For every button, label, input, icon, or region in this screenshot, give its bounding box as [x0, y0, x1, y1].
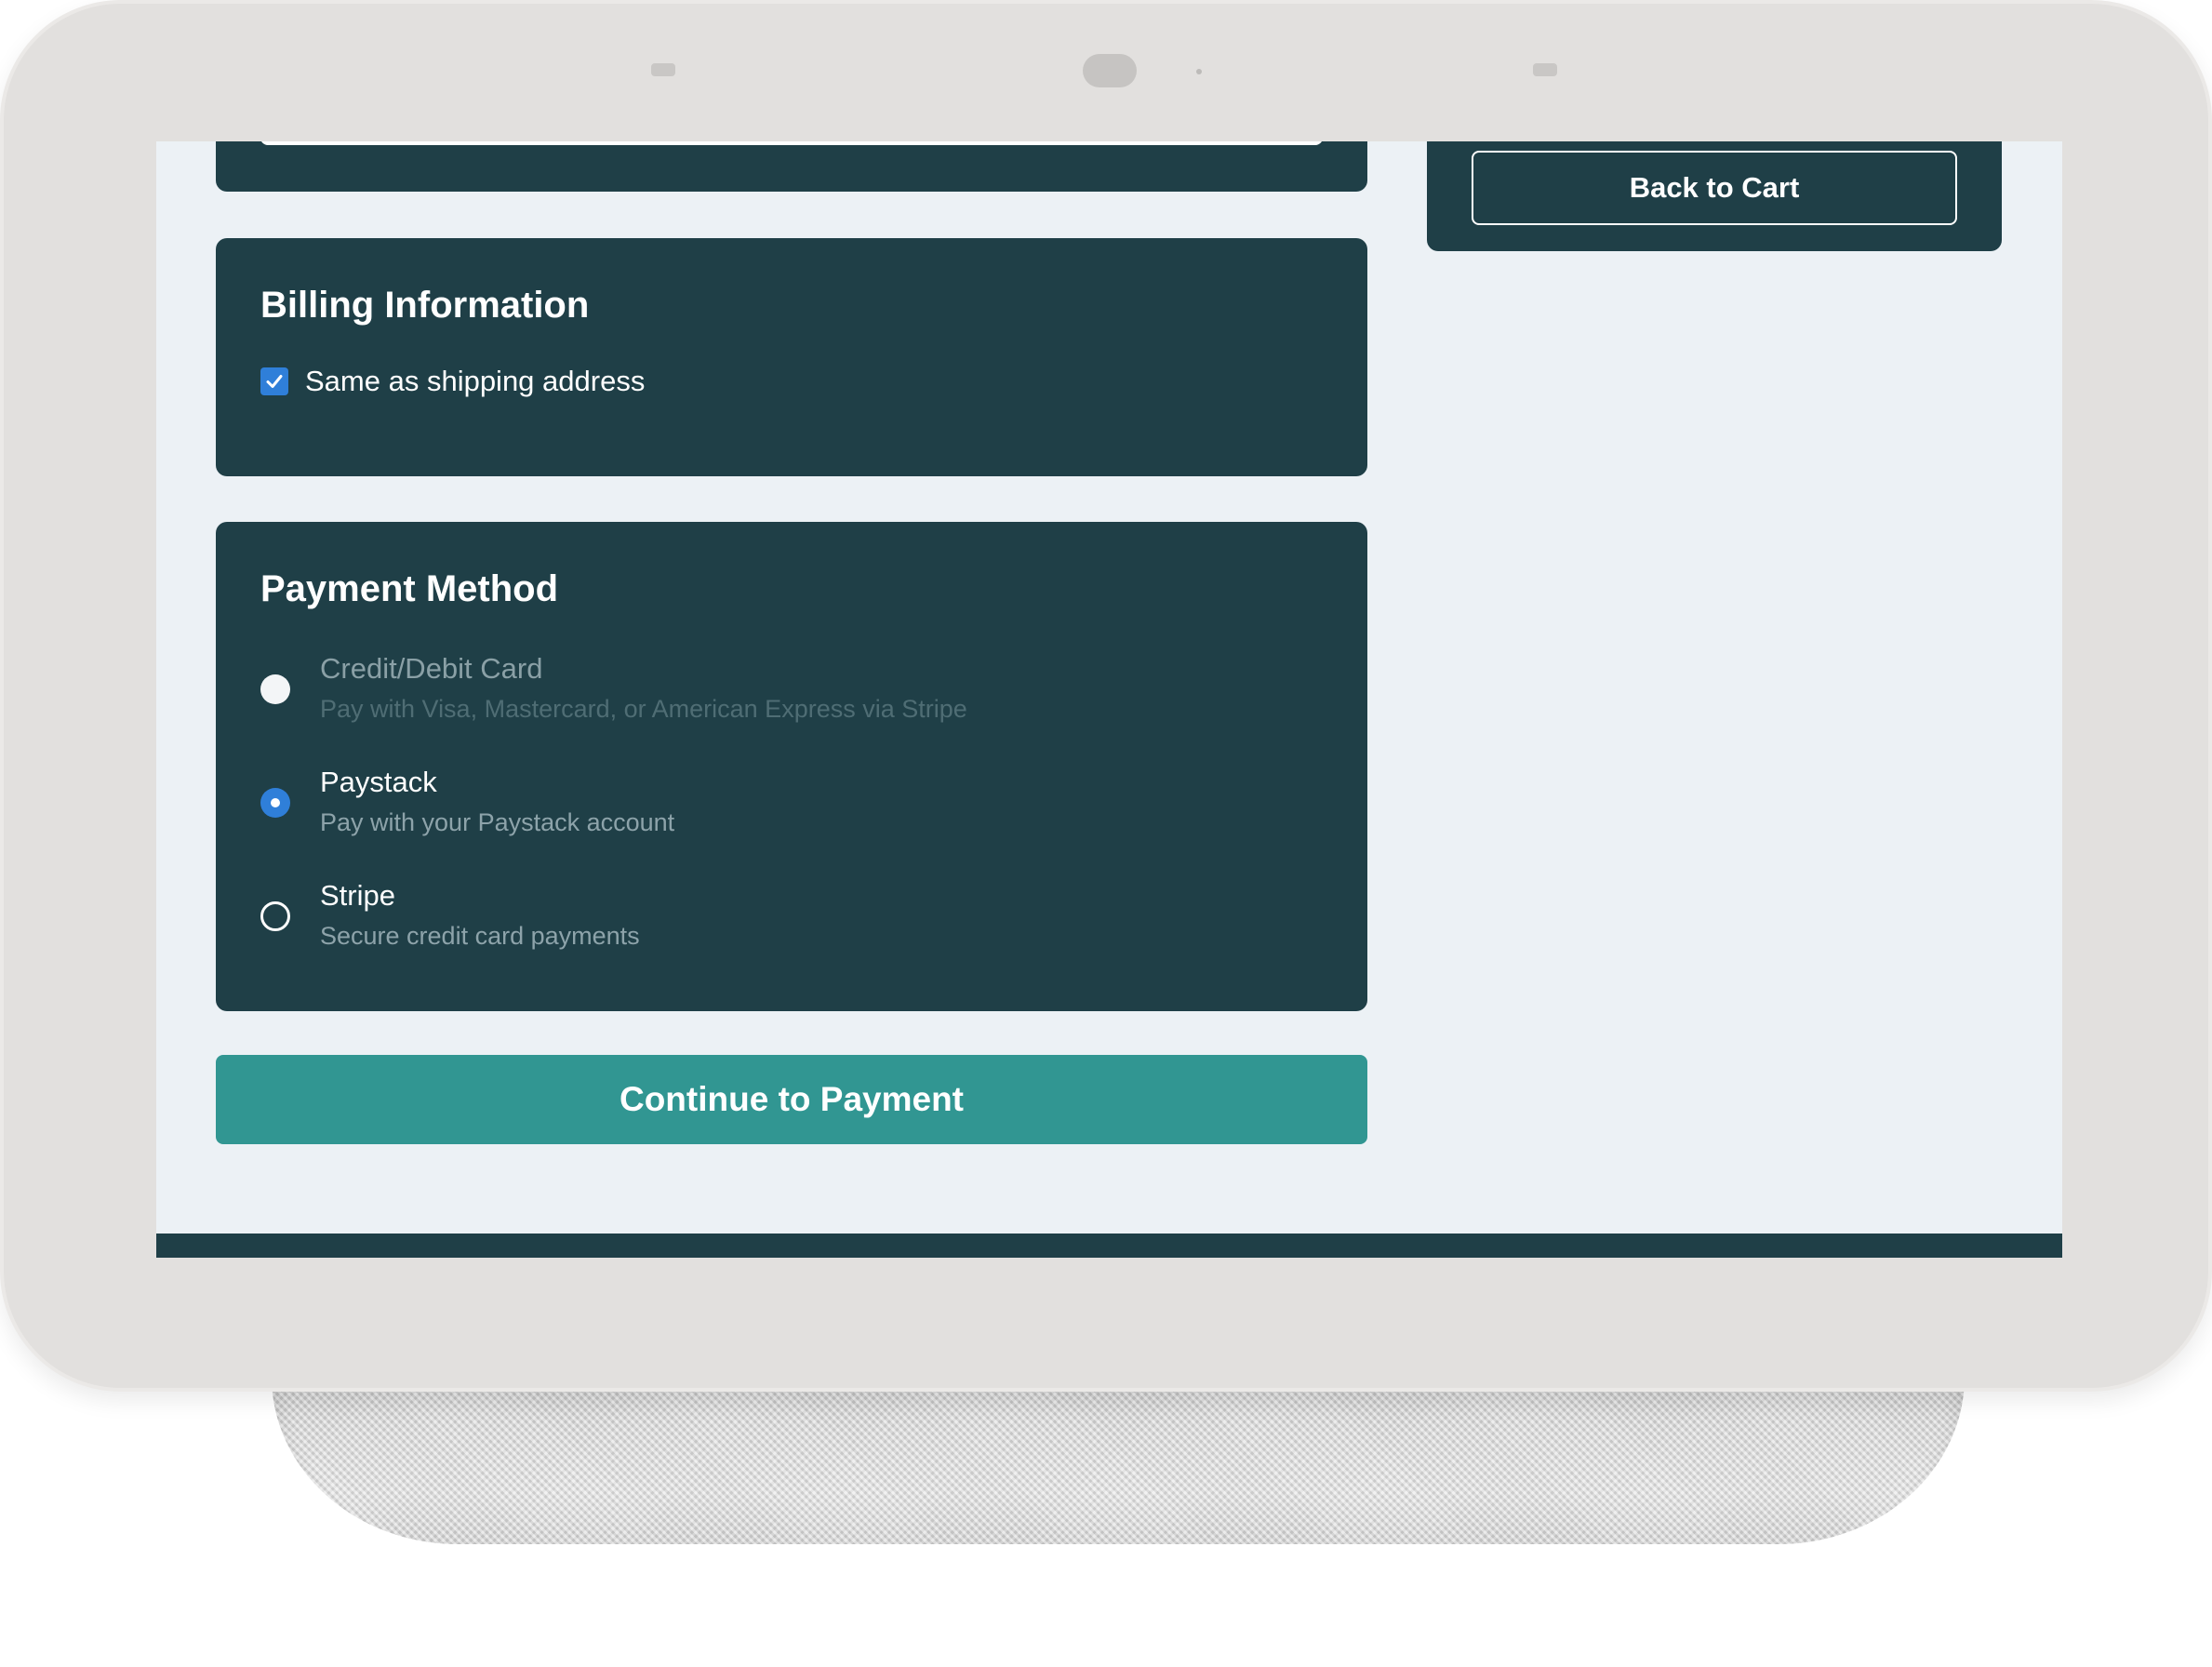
order-summary-card: Back to Cart	[1427, 141, 2002, 251]
microphone-dot	[1196, 69, 1202, 74]
credit-card-label: Credit/Debit Card	[320, 652, 543, 685]
paystack-label: Paystack	[320, 766, 437, 798]
screen: Back to Cart Billing Information Same as…	[156, 141, 2062, 1258]
shipping-input-field[interactable]	[260, 141, 1323, 145]
stripe-description: Secure credit card payments	[320, 922, 640, 950]
billing-information-card: Billing Information Same as shipping add…	[216, 238, 1367, 476]
proximity-sensor	[1533, 63, 1557, 76]
light-sensor	[651, 63, 675, 76]
payment-title: Payment Method	[260, 568, 559, 609]
paystack-description: Pay with your Paystack account	[320, 808, 675, 836]
payment-option-paystack[interactable]: Paystack Pay with your Paystack account	[260, 766, 1321, 859]
stripe-label: Stripe	[320, 879, 395, 912]
shipping-card	[216, 141, 1367, 192]
same-as-shipping-checkbox[interactable]	[260, 367, 288, 395]
credit-card-description: Pay with Visa, Mastercard, or American E…	[320, 695, 967, 723]
paystack-radio[interactable]	[260, 788, 290, 818]
same-as-shipping-checkbox-row[interactable]: Same as shipping address	[260, 365, 645, 398]
same-as-shipping-label: Same as shipping address	[305, 365, 646, 397]
check-icon	[266, 375, 283, 388]
payment-option-credit-card[interactable]: Credit/Debit Card Pay with Visa, Masterc…	[260, 652, 1321, 745]
continue-to-payment-button[interactable]: Continue to Payment	[216, 1055, 1367, 1144]
device-bezel: Back to Cart Billing Information Same as…	[0, 0, 2212, 1392]
back-to-cart-button[interactable]: Back to Cart	[1472, 151, 1957, 225]
billing-title: Billing Information	[260, 285, 590, 326]
smart-display-device: Back to Cart Billing Information Same as…	[0, 0, 2212, 1667]
stripe-radio[interactable]	[260, 901, 290, 931]
payment-method-card: Payment Method Credit/Debit Card Pay wit…	[216, 522, 1367, 1011]
credit-card-radio[interactable]	[260, 674, 290, 704]
camera-icon	[1083, 54, 1137, 87]
payment-option-stripe[interactable]: Stripe Secure credit card payments	[260, 879, 1321, 972]
footer-bar	[156, 1234, 2062, 1258]
